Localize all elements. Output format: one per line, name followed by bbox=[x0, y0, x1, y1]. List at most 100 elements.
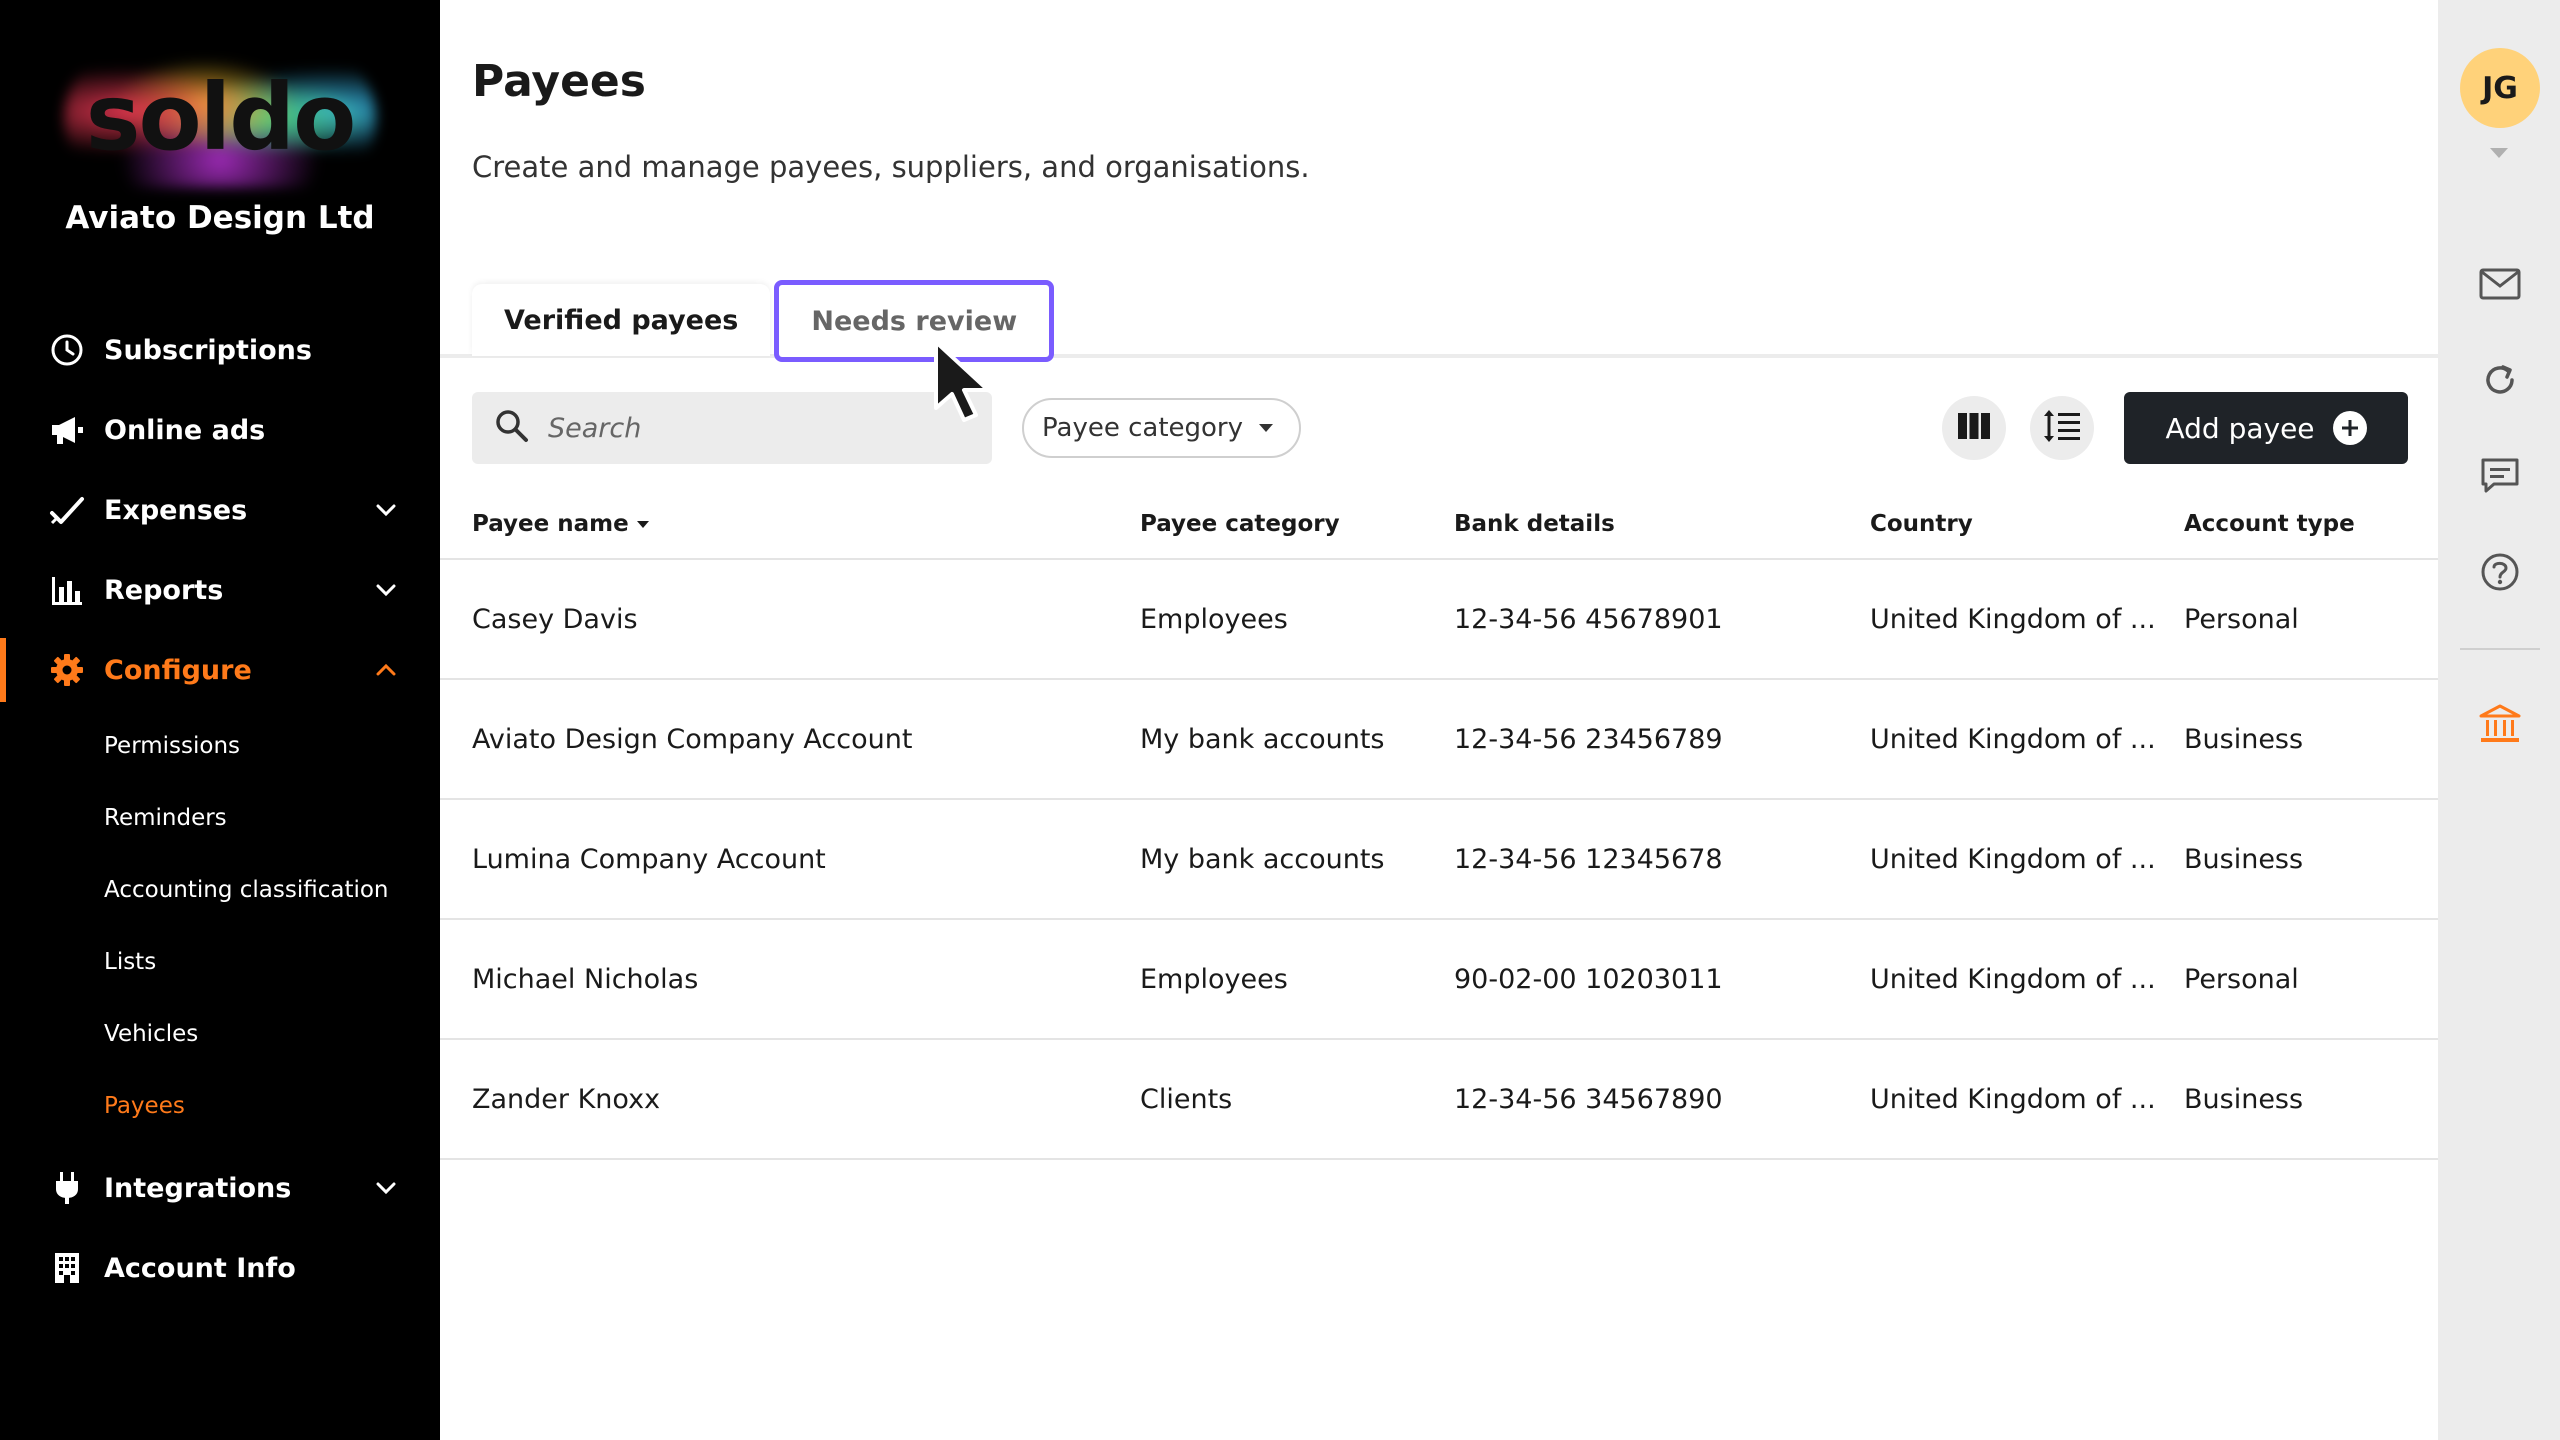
cell-account-type: Personal bbox=[2184, 963, 2299, 995]
cell-bank-details: 90-02-00 10203011 bbox=[1454, 963, 1723, 995]
payee-category-filter[interactable]: Payee category bbox=[1022, 398, 1301, 458]
search-icon bbox=[494, 408, 530, 448]
cell-account-type: Business bbox=[2184, 723, 2304, 755]
cell-payee-name: Michael Nicholas bbox=[472, 963, 699, 995]
header-label: Payee name bbox=[472, 511, 629, 537]
refresh-icon[interactable] bbox=[2476, 356, 2524, 404]
chat-icon[interactable] bbox=[2476, 452, 2524, 500]
table-row[interactable]: Casey Davis Employees 12-34-56 45678901 … bbox=[440, 560, 2438, 680]
help-icon[interactable] bbox=[2476, 548, 2524, 596]
cell-bank-details: 12-34-56 34567890 bbox=[1454, 1083, 1723, 1115]
sort-caret-icon bbox=[636, 520, 649, 528]
plug-icon bbox=[48, 1169, 86, 1207]
table-row[interactable]: Zander Knoxx Clients 12-34-56 34567890 U… bbox=[440, 1040, 2438, 1160]
soldo-logo: soldo bbox=[64, 48, 376, 188]
add-payee-button[interactable]: Add payee bbox=[2124, 392, 2408, 464]
chevron-down-icon bbox=[372, 576, 400, 604]
col-header-account-type: Account type bbox=[2184, 511, 2355, 537]
main-content: Payees Create and manage payees, supplie… bbox=[440, 0, 2438, 1440]
bar-chart-icon bbox=[48, 571, 86, 609]
cell-payee-category: My bank accounts bbox=[1140, 843, 1385, 875]
building-icon bbox=[48, 1249, 86, 1287]
chevron-down-icon bbox=[372, 1174, 400, 1202]
col-header-bank-details: Bank details bbox=[1454, 511, 1615, 537]
sidebar-item-label: Online ads bbox=[104, 414, 266, 446]
sidebar-subitem-payees[interactable]: Payees bbox=[0, 1070, 440, 1142]
right-rail: JG bbox=[2438, 0, 2560, 1440]
cell-payee-name: Zander Knoxx bbox=[472, 1083, 661, 1115]
plus-circle-icon bbox=[2332, 411, 2367, 445]
logo-text: soldo bbox=[85, 64, 357, 171]
cell-country: United Kingdom of ... bbox=[1870, 603, 2156, 635]
add-payee-label: Add payee bbox=[2165, 411, 2315, 445]
cell-country: United Kingdom of ... bbox=[1870, 723, 2156, 755]
tab-needs-review[interactable]: Needs review bbox=[774, 280, 1055, 362]
tab-verified-payees[interactable]: Verified payees bbox=[472, 284, 771, 356]
sidebar: soldo Aviato Design Ltd Subscriptions On… bbox=[0, 0, 440, 1440]
table-row[interactable]: Michael Nicholas Employees 90-02-00 1020… bbox=[440, 920, 2438, 1040]
cell-payee-name: Casey Davis bbox=[472, 603, 638, 635]
sidebar-item-online-ads[interactable]: Online ads bbox=[0, 390, 440, 470]
chevron-up-icon bbox=[372, 656, 400, 684]
sidebar-subitem-vehicles[interactable]: Vehicles bbox=[0, 998, 440, 1070]
cell-country: United Kingdom of ... bbox=[1870, 963, 2156, 995]
cell-payee-category: Clients bbox=[1140, 1083, 1233, 1115]
sidebar-item-subscriptions[interactable]: Subscriptions bbox=[0, 310, 440, 390]
sidebar-item-label: Configure bbox=[104, 654, 252, 686]
sidebar-subitem-lists[interactable]: Lists bbox=[0, 926, 440, 998]
tabs: Verified payees Needs review bbox=[472, 280, 1055, 362]
page-title: Payees bbox=[472, 56, 646, 107]
search-input[interactable] bbox=[548, 412, 968, 444]
sidebar-item-account-info[interactable]: Account Info bbox=[0, 1228, 440, 1308]
row-height-icon bbox=[2042, 408, 2082, 448]
rail-divider bbox=[2460, 648, 2540, 650]
sidebar-item-label: Account Info bbox=[104, 1252, 296, 1284]
columns-icon bbox=[1957, 412, 1991, 444]
sidebar-item-label: Subscriptions bbox=[104, 334, 312, 366]
sidebar-item-label: Expenses bbox=[104, 494, 248, 526]
company-name: Aviato Design Ltd bbox=[65, 200, 375, 236]
sidebar-item-integrations[interactable]: Integrations bbox=[0, 1148, 440, 1228]
mail-icon[interactable] bbox=[2476, 260, 2524, 308]
cell-payee-name: Lumina Company Account bbox=[472, 843, 826, 875]
cell-country: United Kingdom of ... bbox=[1870, 1083, 2156, 1115]
col-header-country: Country bbox=[1870, 511, 1973, 537]
check-icon bbox=[48, 491, 86, 529]
cell-bank-details: 12-34-56 12345678 bbox=[1454, 843, 1723, 875]
table-row[interactable]: Aviato Design Company Account My bank ac… bbox=[440, 680, 2438, 800]
sidebar-item-label: Reports bbox=[104, 574, 224, 606]
sidebar-item-reports[interactable]: Reports bbox=[0, 550, 440, 630]
sidebar-item-expenses[interactable]: Expenses bbox=[0, 470, 440, 550]
clock-icon bbox=[48, 331, 86, 369]
chevron-down-icon bbox=[372, 496, 400, 524]
cell-payee-category: My bank accounts bbox=[1140, 723, 1385, 755]
sidebar-subitem-reminders[interactable]: Reminders bbox=[0, 782, 440, 854]
bank-icon[interactable] bbox=[2476, 700, 2524, 748]
avatar[interactable]: JG bbox=[2460, 48, 2540, 128]
table-row[interactable]: Lumina Company Account My bank accounts … bbox=[440, 800, 2438, 920]
search-box[interactable] bbox=[472, 392, 992, 464]
cell-account-type: Business bbox=[2184, 843, 2304, 875]
gear-icon bbox=[48, 651, 86, 689]
payees-table: Payee name Payee category Bank details C… bbox=[440, 490, 2438, 1160]
table-header: Payee name Payee category Bank details C… bbox=[440, 490, 2438, 560]
caret-down-icon[interactable] bbox=[2490, 148, 2508, 158]
cell-account-type: Business bbox=[2184, 1083, 2304, 1115]
cell-country: United Kingdom of ... bbox=[1870, 843, 2156, 875]
sidebar-nav: Subscriptions Online ads Expenses Report… bbox=[0, 310, 440, 1308]
cell-payee-category: Employees bbox=[1140, 963, 1288, 995]
cell-account-type: Personal bbox=[2184, 603, 2299, 635]
row-density-button[interactable] bbox=[2030, 396, 2094, 460]
cell-payee-category: Employees bbox=[1140, 603, 1288, 635]
cell-bank-details: 12-34-56 23456789 bbox=[1454, 723, 1723, 755]
megaphone-icon bbox=[48, 411, 86, 449]
page-subtitle: Create and manage payees, suppliers, and… bbox=[472, 150, 1310, 184]
cell-bank-details: 12-34-56 45678901 bbox=[1454, 603, 1723, 635]
col-header-payee-name[interactable]: Payee name bbox=[472, 511, 1112, 537]
filter-label: Payee category bbox=[1042, 413, 1243, 443]
sidebar-subitem-accounting-classification[interactable]: Accounting classification bbox=[0, 854, 440, 926]
sidebar-subitem-permissions[interactable]: Permissions bbox=[0, 710, 440, 782]
columns-button[interactable] bbox=[1942, 396, 2006, 460]
sidebar-item-configure[interactable]: Configure bbox=[0, 630, 440, 710]
col-header-payee-category: Payee category bbox=[1140, 511, 1340, 537]
